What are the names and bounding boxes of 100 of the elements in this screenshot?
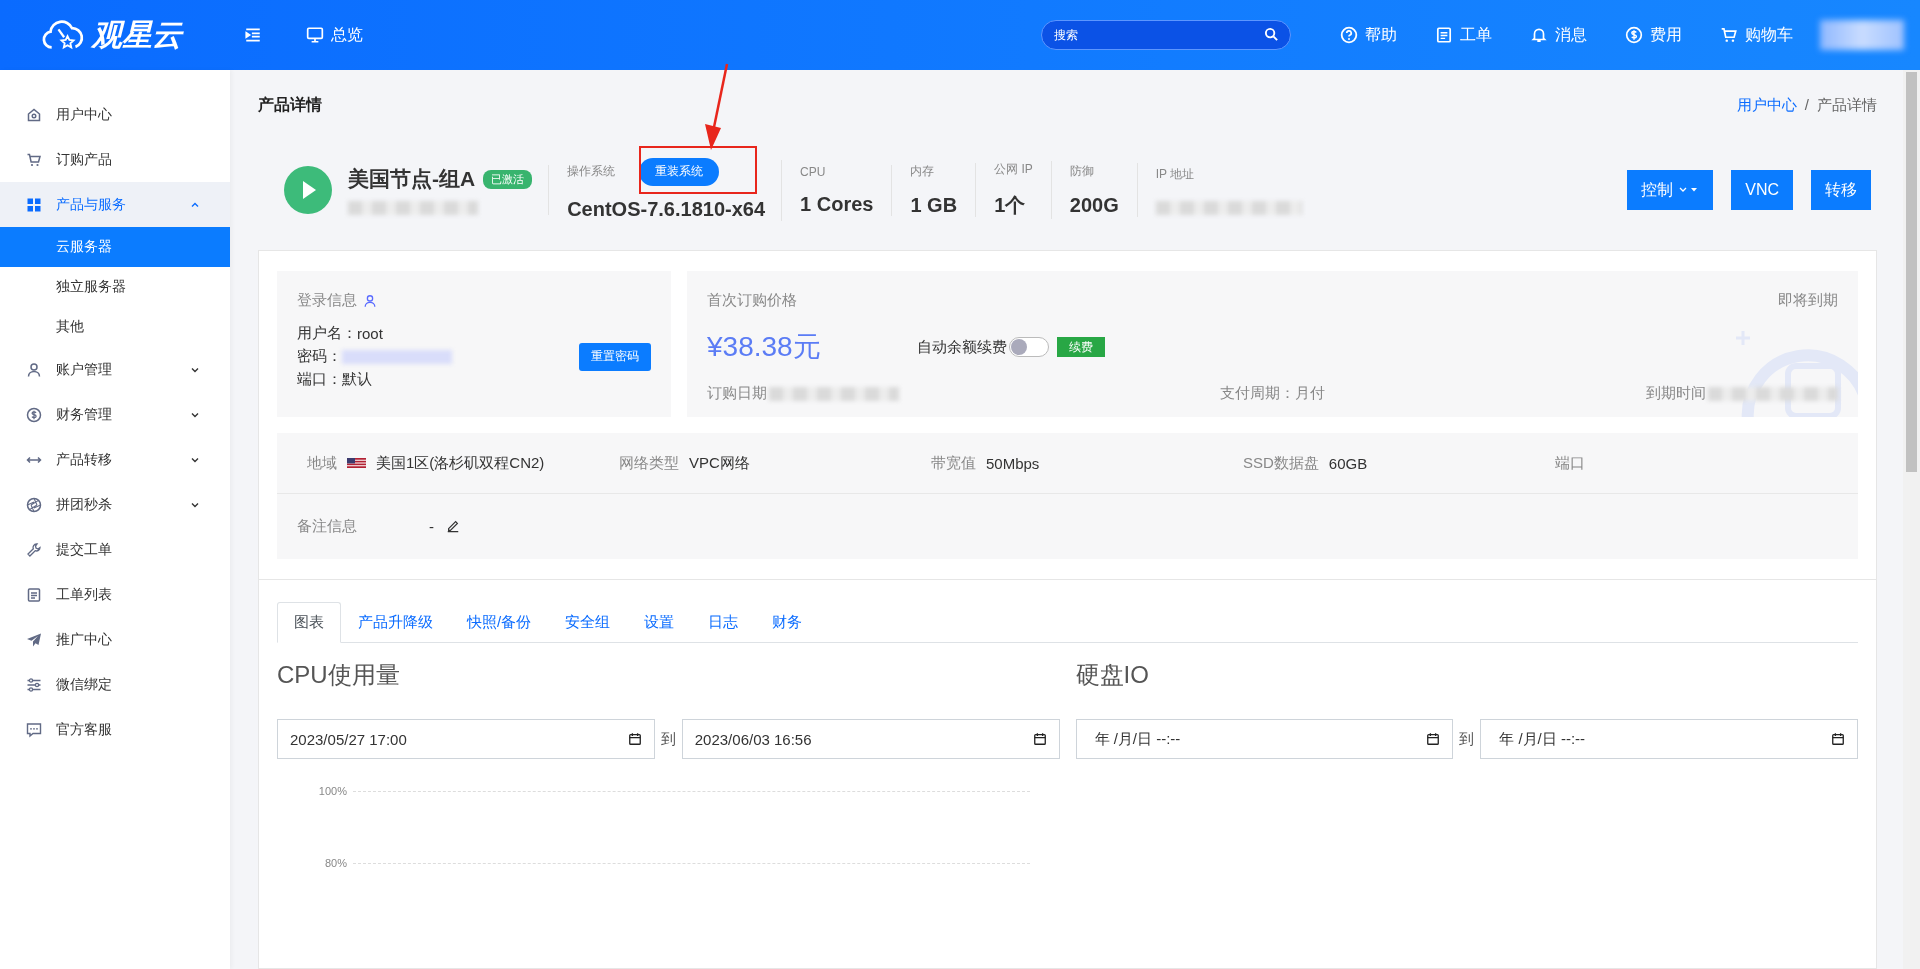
user-icon bbox=[26, 361, 42, 378]
wrench-icon bbox=[26, 541, 42, 558]
reset-password-button[interactable]: 重置密码 bbox=[579, 342, 651, 371]
overview-link[interactable]: 总览 bbox=[306, 24, 363, 46]
calendar-icon[interactable] bbox=[1426, 732, 1441, 746]
date-field[interactable]: 2023/05/27 17:00 bbox=[277, 719, 655, 759]
logo-text: 观星云 bbox=[92, 16, 182, 53]
tab[interactable]: 日志 bbox=[691, 602, 756, 643]
home-icon bbox=[26, 106, 42, 123]
sidebar-item[interactable]: 官方客服 bbox=[0, 707, 230, 752]
action-button[interactable]: VNC bbox=[1731, 170, 1793, 210]
sidebar-item[interactable]: 提交工单 bbox=[0, 527, 230, 572]
search-icon bbox=[1264, 27, 1279, 42]
detail-value: 50Mbps bbox=[986, 454, 1040, 472]
detail-label: 地域 bbox=[307, 453, 337, 473]
spec-value: 1个 bbox=[994, 193, 1027, 218]
aperture-icon bbox=[26, 496, 42, 513]
sidebar-item[interactable]: 拼团秒杀 bbox=[0, 482, 230, 527]
tab[interactable]: 设置 bbox=[627, 602, 692, 643]
date-field[interactable]: 2023/06/03 16:56 bbox=[681, 719, 1060, 759]
calendar-icon[interactable] bbox=[627, 732, 642, 746]
sidebar-item[interactable]: 微信绑定 bbox=[0, 662, 230, 707]
auto-renew-label: 自动余额续费 bbox=[917, 337, 1007, 357]
header-link[interactable]: 工单 bbox=[1435, 24, 1492, 46]
calendar-icon[interactable] bbox=[1831, 732, 1845, 746]
tab[interactable]: 财务 bbox=[755, 602, 820, 643]
tab[interactable]: 产品升降级 bbox=[341, 602, 450, 643]
sidebar-item[interactable]: 用户中心 bbox=[0, 92, 230, 137]
edit-icon[interactable] bbox=[446, 519, 460, 533]
cloud-star-logo-icon bbox=[40, 18, 86, 52]
spec-label: 防御 bbox=[1069, 163, 1095, 180]
header-link[interactable]: 费用 bbox=[1625, 24, 1682, 46]
chart-title: CPU使用量 bbox=[277, 660, 401, 690]
product-name: 美国节点-组A bbox=[348, 166, 476, 192]
date-field[interactable]: 年 /月/日 --:-- bbox=[1480, 719, 1858, 759]
login-title: 登录信息 bbox=[297, 291, 357, 310]
spec-value: 1 GB bbox=[910, 194, 958, 217]
reinstall-button[interactable]: 重装系统 bbox=[639, 157, 720, 186]
breadcrumb-separator: / bbox=[1804, 95, 1809, 115]
sidebar-item[interactable]: 账户管理 bbox=[0, 347, 230, 392]
grid-icon bbox=[26, 196, 42, 213]
page-title: 产品详情 bbox=[258, 94, 322, 115]
bell-icon bbox=[1530, 26, 1548, 44]
sidebar-subitem[interactable]: 云服务器 bbox=[0, 227, 230, 267]
sidebar-item[interactable]: 产品转移 bbox=[0, 437, 230, 482]
range-separator: 到 bbox=[1459, 729, 1475, 749]
user-icon bbox=[363, 293, 377, 308]
sliders-icon bbox=[26, 676, 42, 693]
billing-title: 首次订购价格 bbox=[707, 291, 797, 310]
cart-icon bbox=[1720, 26, 1738, 44]
expiry-label: 到期时间 bbox=[1646, 384, 1706, 403]
tab[interactable]: 快照/备份 bbox=[450, 602, 549, 643]
help-icon bbox=[1340, 26, 1358, 44]
sidebar-subitem[interactable]: 其他 bbox=[0, 307, 230, 347]
os-label: 操作系统 bbox=[567, 163, 616, 180]
auto-renew-switch[interactable] bbox=[1009, 337, 1049, 357]
price-value: ¥38.38元 bbox=[707, 330, 822, 364]
menu-toggle-icon[interactable] bbox=[244, 26, 262, 44]
spec-label: CPU bbox=[800, 164, 827, 179]
flag-icon bbox=[347, 458, 366, 468]
breadcrumb-link[interactable]: 用户中心 bbox=[1736, 95, 1797, 115]
spec-label: 公网 IP bbox=[994, 161, 1033, 178]
sidebar-subitem[interactable]: 独立服务器 bbox=[0, 267, 230, 307]
range-separator: 到 bbox=[660, 729, 676, 749]
search-field[interactable]: 搜索 bbox=[1041, 20, 1291, 50]
dollar-icon bbox=[1625, 26, 1643, 44]
sidebar-item[interactable]: 工单列表 bbox=[0, 572, 230, 617]
password-label: 密码： bbox=[297, 347, 342, 366]
remark-value: - bbox=[429, 517, 434, 535]
tab[interactable]: 安全组 bbox=[548, 602, 628, 643]
action-button[interactable]: 转移 bbox=[1811, 170, 1871, 210]
username-value: root bbox=[357, 325, 383, 342]
chat-icon bbox=[26, 721, 42, 738]
tab[interactable]: 图表 bbox=[277, 602, 341, 643]
calendar-icon[interactable] bbox=[1032, 732, 1047, 746]
scrollbar[interactable] bbox=[1903, 70, 1920, 969]
port-value: 默认 bbox=[342, 370, 372, 389]
detail-value: 美国1区(洛杉矶双程CN2) bbox=[376, 453, 545, 473]
detail-value: VPC网络 bbox=[689, 453, 750, 473]
sidebar-item[interactable]: 推广中心 bbox=[0, 617, 230, 662]
document-icon bbox=[1435, 26, 1453, 44]
renew-button[interactable]: 续费 bbox=[1057, 337, 1105, 357]
paper-plane-icon bbox=[26, 631, 42, 648]
expiring-label: 即将到期 bbox=[1778, 291, 1838, 310]
dollar-icon bbox=[26, 406, 42, 423]
chart-title: 硬盘IO bbox=[1075, 660, 1150, 690]
header-link[interactable]: 帮助 bbox=[1340, 24, 1397, 46]
detail-label: 带宽值 bbox=[931, 453, 976, 473]
caret-icon bbox=[1679, 186, 1700, 194]
date-field[interactable]: 年 /月/日 --:-- bbox=[1075, 719, 1454, 759]
billing-cycle: 支付周期：月付 bbox=[1220, 384, 1325, 403]
spec-value: 200G bbox=[1069, 194, 1119, 217]
spec-label: 内存 bbox=[910, 163, 936, 180]
control-dropdown-button[interactable]: 控制 bbox=[1627, 170, 1714, 210]
sidebar-item[interactable]: 订购产品 bbox=[0, 137, 230, 182]
header-link[interactable]: 消息 bbox=[1530, 24, 1587, 46]
sidebar-item[interactable]: 财务管理 bbox=[0, 392, 230, 437]
header-link[interactable]: 购物车 bbox=[1720, 24, 1793, 46]
ip-label: IP 地址 bbox=[1155, 165, 1196, 183]
sidebar-item[interactable]: 产品与服务 bbox=[0, 182, 230, 227]
